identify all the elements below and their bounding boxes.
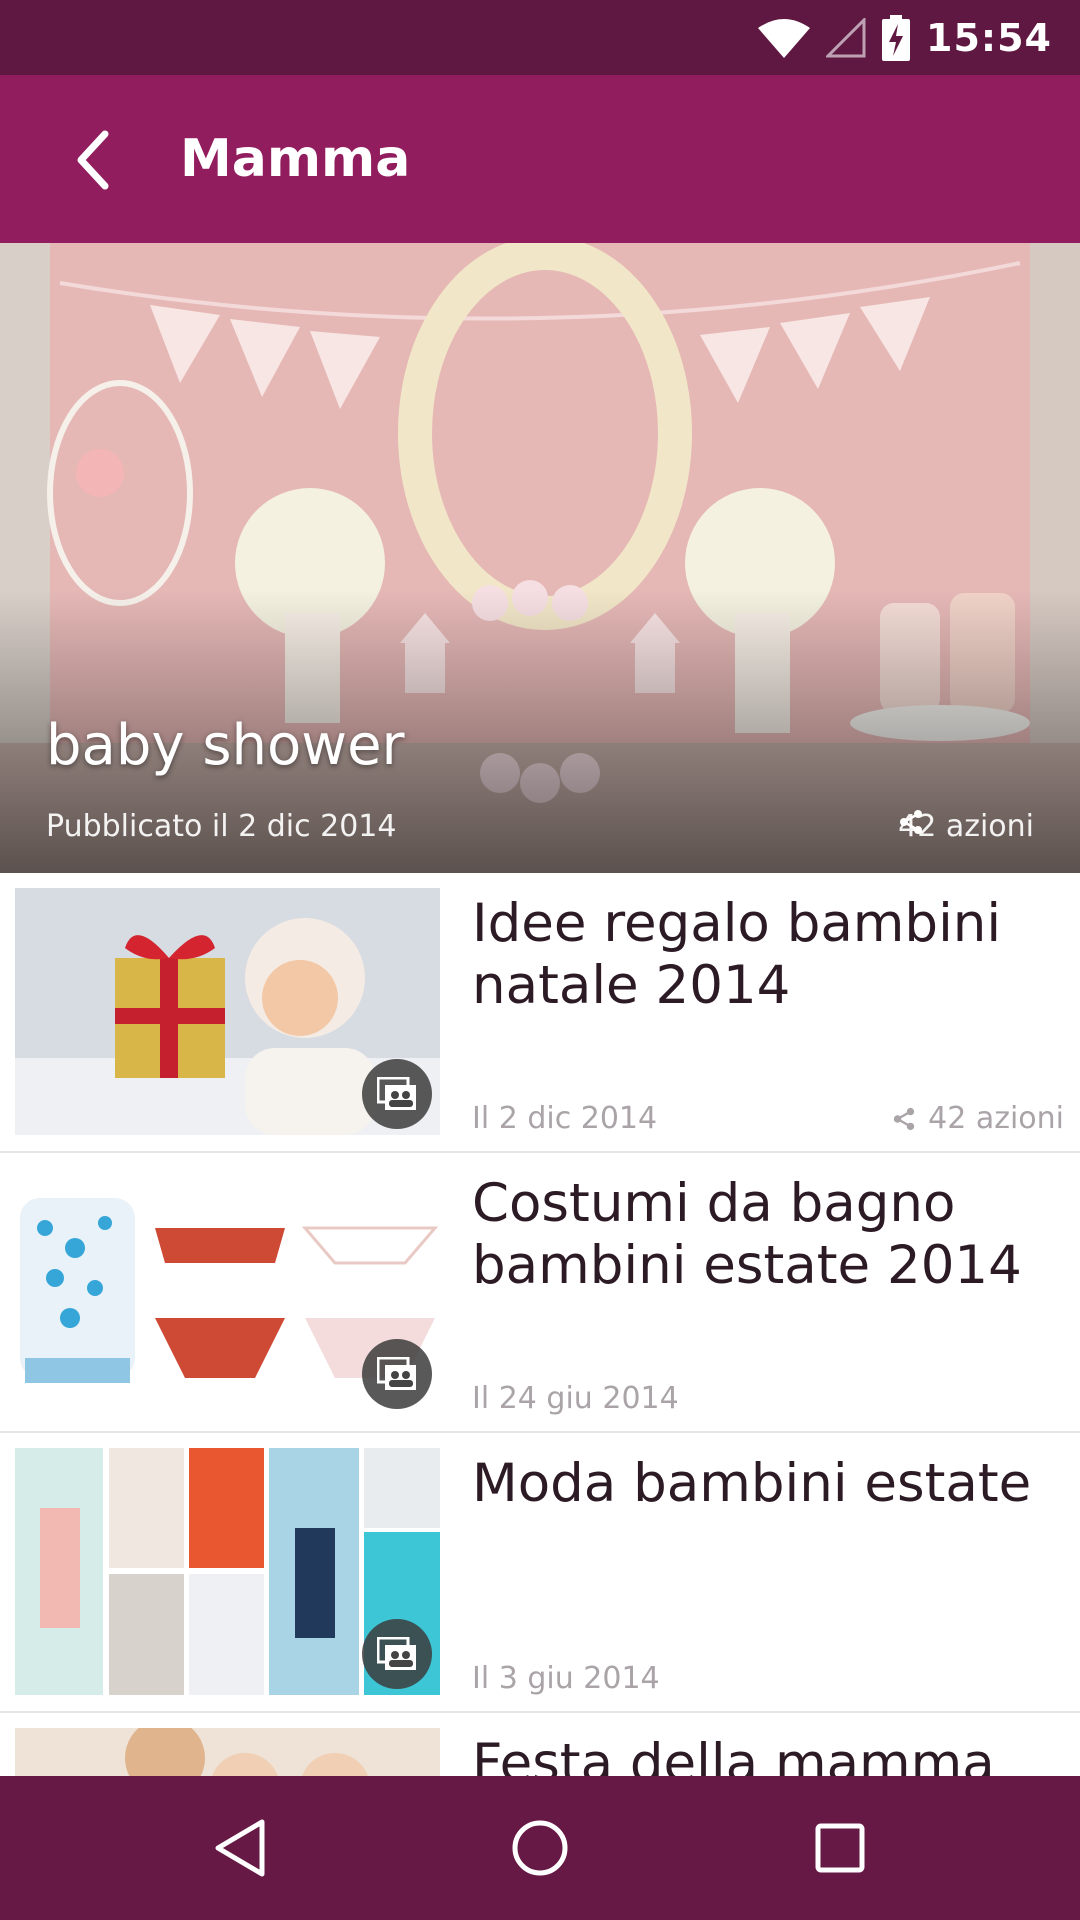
status-bar: 15:54: [0, 0, 1080, 75]
hero-article[interactable]: baby shower Pubblicato il 2 dic 2014 42 …: [0, 243, 1080, 873]
nav-recents-button[interactable]: [795, 1803, 885, 1893]
article-shares: 42 azioni: [892, 1101, 1064, 1136]
gallery-icon: [377, 1077, 416, 1110]
article-date: Il 24 giu 2014: [472, 1381, 679, 1416]
article-date: Il 3 giu 2014: [472, 1661, 660, 1696]
hero-image: [0, 243, 1080, 873]
article-title: Costumi da bagno bambini estate 2014: [472, 1173, 1022, 1296]
home-circle-icon: [512, 1820, 568, 1876]
wifi-icon: [758, 18, 811, 58]
article-title: Idee regalo bambini natale 2014: [472, 893, 1002, 1016]
share-icon: [893, 1107, 915, 1130]
article-date: Il 2 dic 2014: [472, 1101, 658, 1136]
article-thumbnail: [15, 1448, 440, 1695]
gallery-badge: [362, 1059, 432, 1129]
article-list: Idee regalo bambini natale 2014 Il 2 dic…: [0, 873, 1080, 1920]
hero-shares: 42 azioni: [898, 809, 1034, 844]
share-icon: [900, 810, 923, 834]
gallery-icon: [377, 1637, 416, 1670]
status-icons: 15:54: [758, 0, 1052, 75]
nav-back-button[interactable]: [195, 1803, 285, 1893]
list-item[interactable]: Moda bambini estate Il 3 giu 2014: [0, 1433, 1080, 1713]
article-thumbnail: [15, 888, 440, 1135]
status-time: 15:54: [926, 15, 1052, 60]
gallery-badge: [362, 1619, 432, 1689]
hero-date: Pubblicato il 2 dic 2014: [46, 809, 397, 844]
gallery-badge: [362, 1339, 432, 1409]
battery-charging-icon: [882, 14, 911, 61]
article-shares-label: 42 azioni: [928, 1101, 1064, 1136]
list-item[interactable]: Idee regalo bambini natale 2014 Il 2 dic…: [0, 873, 1080, 1153]
list-item[interactable]: Costumi da bagno bambini estate 2014 Il …: [0, 1153, 1080, 1433]
app-bar: Mamma: [0, 75, 1080, 243]
article-title: Moda bambini estate: [472, 1453, 1032, 1514]
chevron-left-icon: [77, 130, 109, 190]
recents-square-icon: [815, 1823, 865, 1873]
back-triangle-icon: [215, 1819, 265, 1877]
article-thumbnail: [15, 1168, 440, 1415]
gallery-icon: [377, 1357, 416, 1390]
back-button[interactable]: [48, 115, 138, 205]
nav-home-button[interactable]: [495, 1803, 585, 1893]
hero-title: baby shower: [46, 713, 405, 778]
cell-signal-icon: [826, 17, 866, 57]
navigation-bar: [0, 1776, 1080, 1920]
page-title: Mamma: [180, 129, 411, 189]
